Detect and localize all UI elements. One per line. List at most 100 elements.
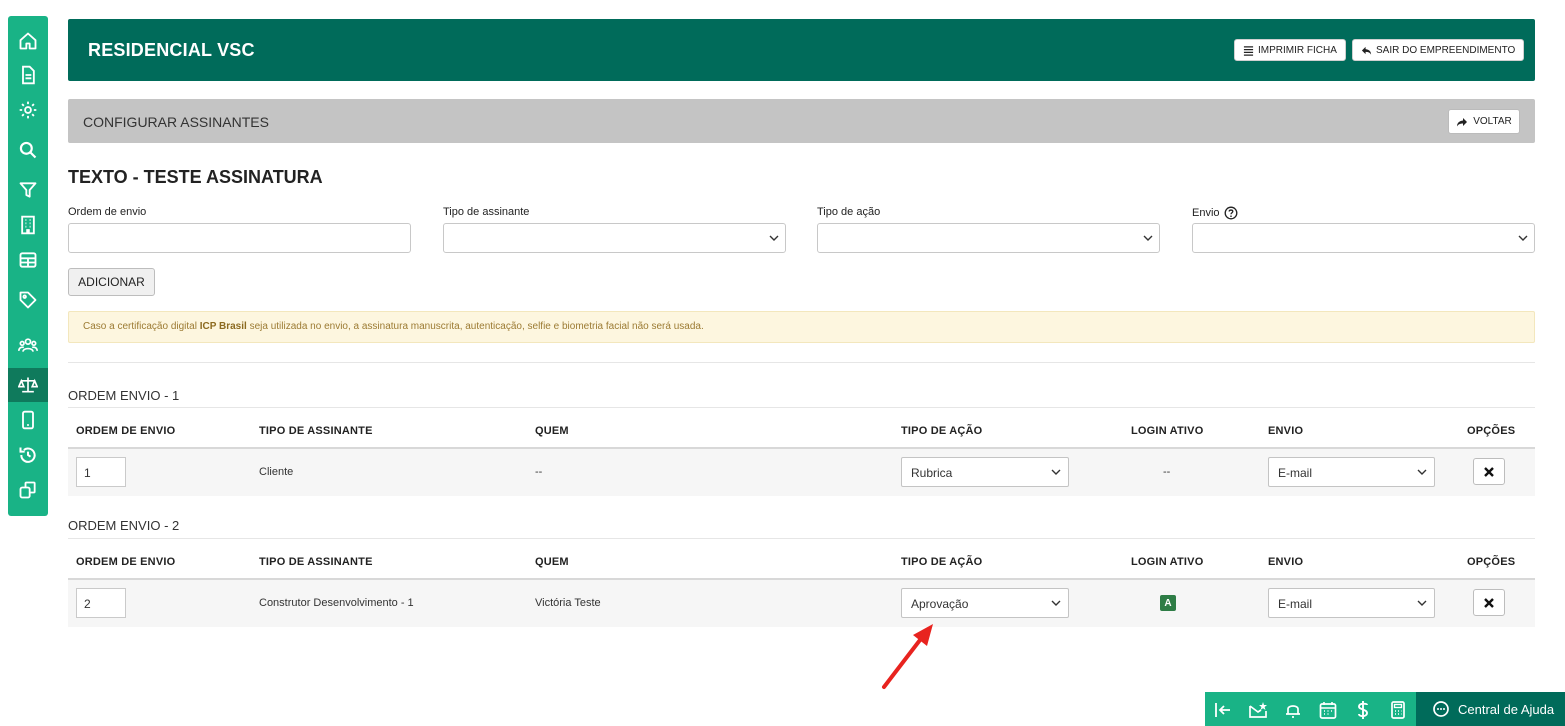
order-label-text: Ordem de envio	[68, 206, 147, 218]
send-select[interactable]	[1192, 223, 1535, 253]
col-order: ORDEM DE ENVIO	[76, 425, 176, 437]
col-signer-type: TIPO DE ASSINANTE	[259, 556, 373, 568]
project-title: RESIDENCIAL VSC	[88, 40, 255, 60]
order-label: Ordem de envio	[68, 206, 146, 218]
signer-type-label: Tipo de assinante	[443, 206, 529, 218]
divider	[68, 538, 1535, 539]
group-title-2: ORDEM ENVIO - 2	[68, 518, 180, 533]
reply-icon	[1361, 46, 1372, 55]
chevron-down-icon	[1417, 600, 1427, 606]
col-options: OPÇÕES	[1467, 425, 1516, 437]
chevron-down-icon	[769, 235, 779, 241]
sidebar-item-history[interactable]	[8, 438, 48, 472]
scale-icon	[18, 377, 38, 393]
sidebar-item-filter[interactable]	[8, 173, 48, 207]
calculator-icon[interactable]	[1388, 700, 1408, 720]
copy-icon	[19, 481, 36, 499]
sidebar-item-settings[interactable]	[8, 93, 48, 127]
signer-type-cell: Construtor Desenvolvimento - 1	[259, 597, 414, 609]
sidebar-item-search[interactable]	[8, 133, 48, 167]
users-icon	[18, 338, 38, 352]
project-header: RESIDENCIAL VSC IMPRIMIR FICHA SAIR DO E…	[68, 19, 1535, 81]
send-value: E-mail	[1278, 597, 1313, 611]
sidebar-item-mobile[interactable]	[8, 403, 48, 437]
sidebar	[8, 16, 48, 516]
col-who: QUEM	[535, 425, 569, 437]
table-icon	[19, 252, 37, 268]
divider	[68, 362, 1535, 363]
order-input[interactable]	[68, 223, 411, 253]
alert-prefix: Caso a certificação digital	[83, 321, 200, 332]
action-type-select[interactable]	[817, 223, 1160, 253]
exit-project-label: SAIR DO EMPREENDIMENTO	[1376, 44, 1516, 56]
icp-alert: Caso a certificação digital ICP Brasil s…	[68, 311, 1535, 343]
sidebar-item-documents[interactable]	[8, 58, 48, 92]
alert-bold: ICP Brasil	[199, 321, 247, 332]
collapse-icon[interactable]	[1213, 700, 1233, 720]
share-arrow-icon	[1457, 117, 1468, 126]
send-label: Envio	[1192, 206, 1238, 220]
action-type-value: Rubrica	[911, 466, 953, 480]
who-cell: Victória Teste	[535, 597, 601, 609]
help-center-button[interactable]: Central de Ajuda	[1416, 692, 1565, 726]
signer-type-select[interactable]	[443, 223, 786, 253]
mobile-icon	[22, 410, 34, 430]
login-cell: --	[1163, 466, 1171, 478]
tag-icon	[19, 291, 37, 309]
history-icon	[19, 447, 36, 463]
sidebar-item-building[interactable]	[8, 208, 48, 242]
add-button[interactable]: ADICIONAR	[68, 268, 155, 296]
annotation-arrow-icon	[882, 624, 933, 689]
col-action-type: TIPO DE AÇÃO	[901, 556, 983, 568]
send-row-select[interactable]: E-mail	[1268, 457, 1435, 487]
chevron-down-icon	[1417, 469, 1427, 475]
alert-suffix: seja utilizada no envio, a assinatura ma…	[246, 321, 704, 332]
signer-type-label-text: Tipo de assinante	[443, 206, 530, 218]
action-type-row-select[interactable]: Rubrica	[901, 457, 1069, 487]
close-icon	[1484, 597, 1494, 608]
send-value: E-mail	[1278, 466, 1313, 480]
chevron-down-icon	[1051, 469, 1061, 475]
home-icon	[19, 32, 37, 50]
sidebar-item-legal[interactable]	[8, 368, 48, 402]
print-button-label: IMPRIMIR FICHA	[1258, 44, 1337, 56]
sidebar-item-users[interactable]	[8, 328, 48, 362]
bell-icon[interactable]	[1283, 700, 1303, 720]
sidebar-item-tags[interactable]	[8, 283, 48, 317]
print-button[interactable]: IMPRIMIR FICHA	[1234, 39, 1346, 61]
building-icon	[21, 215, 35, 235]
mail-star-icon[interactable]	[1248, 700, 1268, 720]
action-type-label: Tipo de ação	[817, 206, 880, 218]
order-number-input[interactable]: 2	[76, 588, 126, 618]
col-action-type: TIPO DE AÇÃO	[901, 425, 983, 437]
remove-button[interactable]	[1473, 458, 1505, 485]
col-who: QUEM	[535, 556, 569, 568]
sidebar-item-copy[interactable]	[8, 473, 48, 507]
col-send: ENVIO	[1268, 425, 1304, 437]
section-title: TEXTO - TESTE ASSINATURA	[68, 167, 323, 187]
sidebar-item-home[interactable]	[8, 24, 48, 58]
chevron-down-icon	[1518, 235, 1528, 241]
exit-project-button[interactable]: SAIR DO EMPREENDIMENTO	[1352, 39, 1525, 61]
chevron-down-icon	[1051, 600, 1061, 606]
col-signer-type: TIPO DE ASSINANTE	[259, 425, 373, 437]
dollar-icon[interactable]	[1353, 700, 1373, 720]
back-button-label: VOLTAR	[1473, 116, 1512, 127]
back-button[interactable]: VOLTAR	[1448, 109, 1520, 134]
help-circle-icon[interactable]	[1224, 206, 1238, 220]
sidebar-item-table[interactable]	[8, 243, 48, 277]
config-bar: CONFIGURAR ASSINANTES VOLTAR	[68, 99, 1535, 143]
signer-type-cell: Cliente	[259, 466, 294, 478]
col-login: LOGIN ATIVO	[1131, 556, 1204, 568]
order-number-input[interactable]: 1	[76, 457, 126, 487]
remove-button[interactable]	[1473, 589, 1505, 616]
send-row-select[interactable]: E-mail	[1268, 588, 1435, 618]
action-type-value: Aprovação	[911, 597, 969, 611]
divider	[68, 407, 1535, 408]
close-icon	[1484, 466, 1494, 477]
filter-icon	[19, 182, 37, 198]
list-icon	[1243, 45, 1254, 56]
calendar-icon[interactable]	[1318, 700, 1338, 720]
action-type-row-select[interactable]: Aprovação	[901, 588, 1069, 618]
login-active-badge: A	[1160, 595, 1176, 611]
